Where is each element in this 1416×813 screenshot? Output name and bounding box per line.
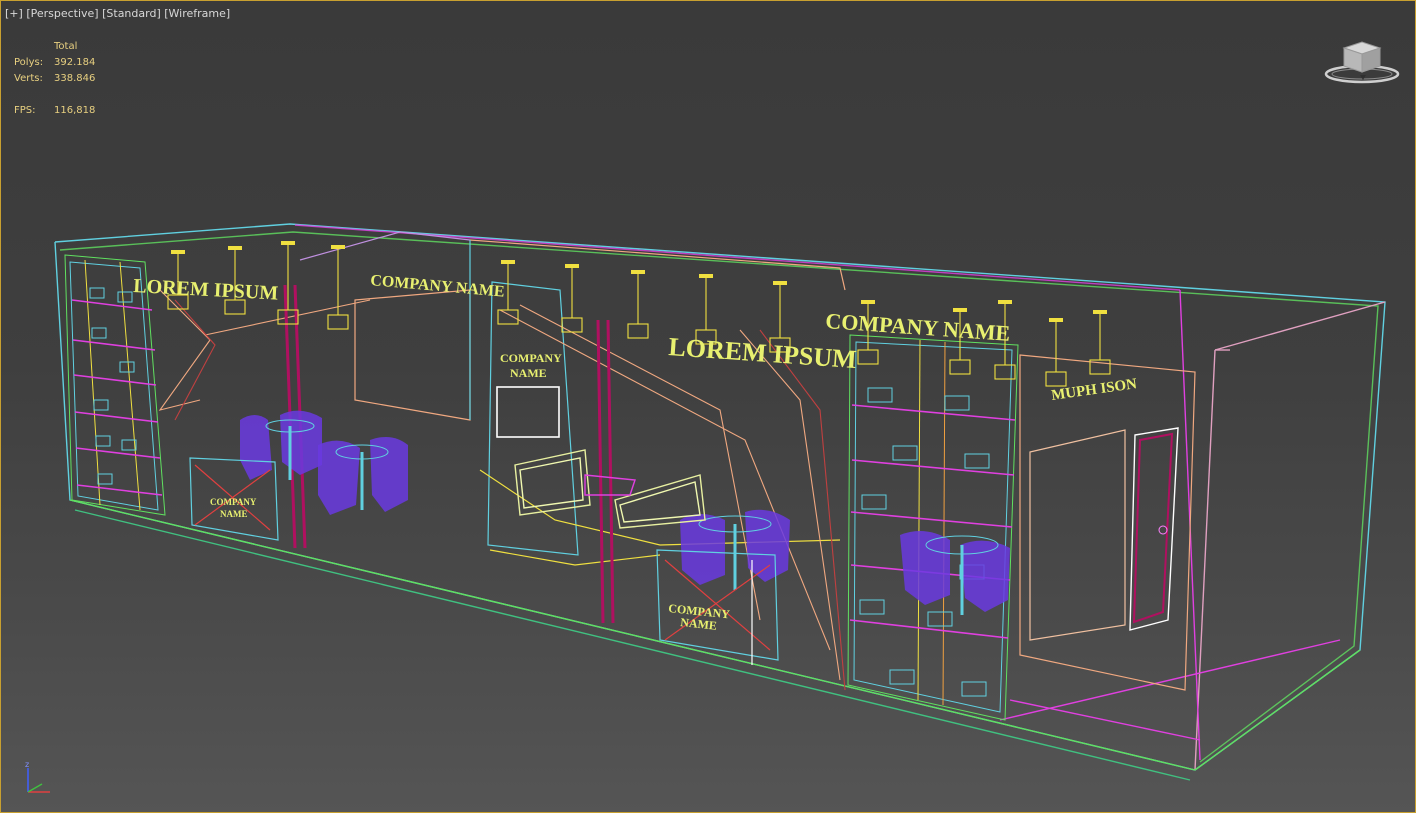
table-set-left <box>240 410 408 515</box>
counter-center-line2: NAME <box>680 615 718 633</box>
sign-company-name-right: COMPANY NAME <box>825 308 1011 346</box>
right-shelving <box>847 334 1019 721</box>
sign-company-panel-line2: NAME <box>510 366 547 380</box>
sign-right-wall: MUPH ISON <box>1050 376 1138 404</box>
table-set-right <box>900 531 1010 615</box>
sign-lorem-ipsum-left: LOREM IPSUM <box>133 275 279 305</box>
svg-text:z: z <box>25 760 29 769</box>
wireframe-scene[interactable]: LOREM IPSUM COMPANY NAME COMPANY NAME LO… <box>0 0 1416 813</box>
counter-left-line1: COMPANY <box>210 497 257 507</box>
table-set-center <box>680 509 790 590</box>
sign-lorem-ipsum-center: LOREM IPSUM <box>668 332 858 374</box>
door <box>1129 427 1179 631</box>
hanging-lights <box>167 241 1111 387</box>
back-wall-panels <box>299 231 1196 691</box>
sign-company-panel-line1: COMPANY <box>500 351 562 365</box>
counter-left-line2: NAME <box>220 509 248 519</box>
axis-tripod-icon: z <box>25 760 50 793</box>
viewcube-icon[interactable] <box>1324 38 1400 88</box>
